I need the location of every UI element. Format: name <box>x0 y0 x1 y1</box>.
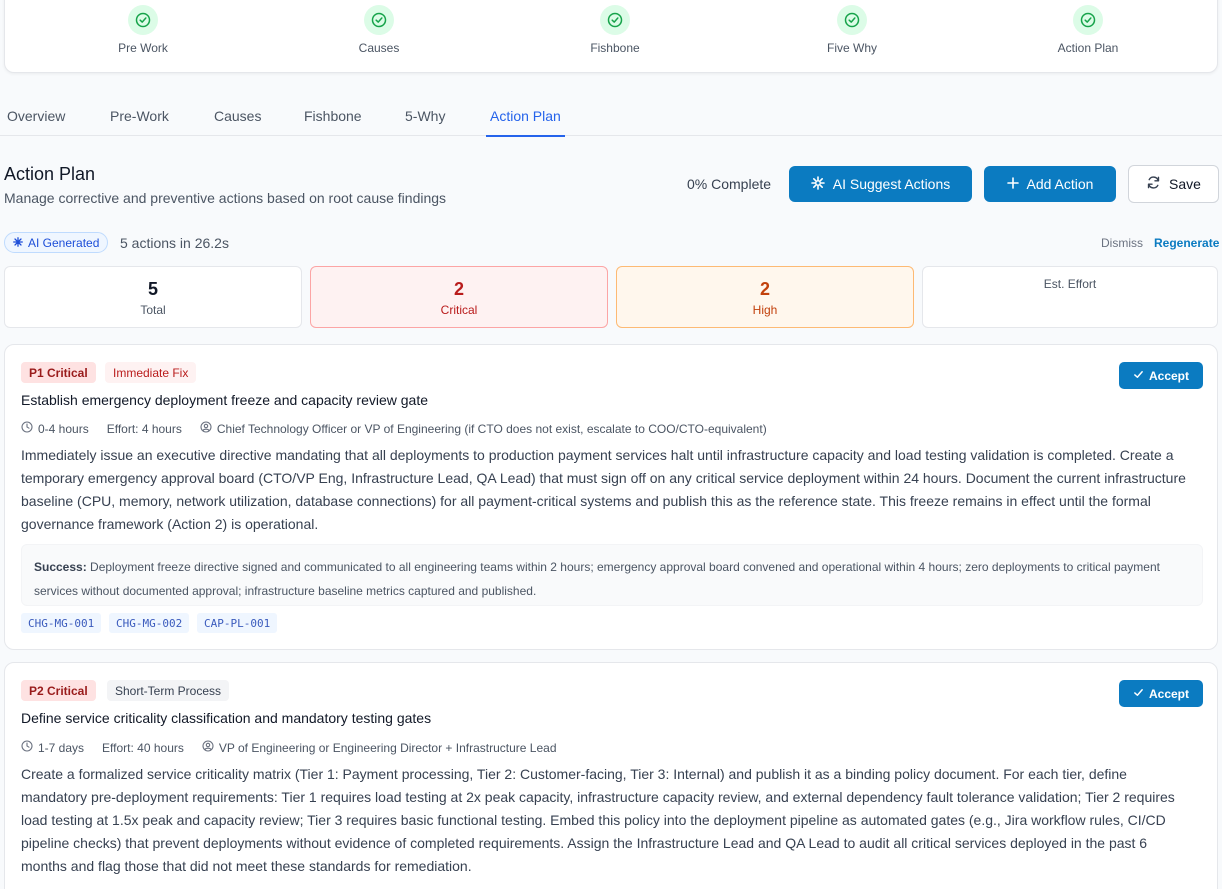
action-card: P1 Critical Immediate Fix Accept Establi… <box>4 344 1218 650</box>
ai-badge-label: AI Generated <box>28 235 100 250</box>
action-timeframe: 0-4 hours <box>38 421 89 436</box>
check-circle-icon <box>128 5 158 35</box>
action-effort: Effort: 40 hours <box>102 740 184 755</box>
tab-pre-work[interactable]: Pre-Work <box>110 108 169 135</box>
step-label: Pre Work <box>118 41 168 55</box>
step-label: Causes <box>358 41 400 55</box>
progress-stepper: Pre Work Causes Fishbone Five Why Action… <box>4 0 1218 73</box>
tab-causes[interactable]: Causes <box>214 108 261 135</box>
step-label: Fishbone <box>590 41 640 55</box>
ai-generation-meta: 5 actions in 26.2s <box>120 235 229 251</box>
action-owner: VP of Engineering or Engineering Directo… <box>218 740 557 755</box>
refresh-icon <box>1146 175 1161 193</box>
step-label: Five Why <box>826 41 877 55</box>
sparkle-icon <box>13 236 23 250</box>
action-card: P2 Critical Short-Term Process Accept De… <box>4 662 1218 889</box>
page-subtitle: Manage corrective and preventive actions… <box>4 190 447 206</box>
success-criteria: Success: Deployment freeze directive sig… <box>21 544 1203 606</box>
accept-label: Accept <box>1148 368 1189 383</box>
add-action-button[interactable]: Add Action <box>984 166 1116 202</box>
check-circle-icon <box>1073 5 1103 35</box>
completion-status: 0% Complete <box>687 176 772 192</box>
action-description: Create a formalized service criticality … <box>21 766 1175 874</box>
dismiss-link[interactable]: Dismiss <box>1101 236 1143 250</box>
add-action-label: Add Action <box>1026 176 1094 192</box>
stat-total: 5 Total <box>4 266 302 328</box>
stat-label: Critical <box>440 303 478 317</box>
clock-icon <box>21 740 33 755</box>
action-meta: 1-7 days Effort: 40 hours VP of Engineer… <box>21 740 557 755</box>
action-owner: Chief Technology Officer or VP of Engine… <box>216 421 767 436</box>
success-label: Success: <box>34 560 87 574</box>
user-icon <box>200 421 212 436</box>
stat-value: 2 <box>453 279 464 299</box>
reference-tag: CAP-PL-001 <box>197 613 278 633</box>
stat-value: 2 <box>759 279 770 299</box>
type-badge: Short-Term Process <box>107 680 230 701</box>
step-causes[interactable]: Causes <box>319 5 439 55</box>
tab-five-why[interactable]: 5-Why <box>405 108 445 135</box>
check-circle-icon <box>600 5 630 35</box>
check-icon <box>1133 687 1144 701</box>
stat-label: Est. Effort <box>1043 277 1097 291</box>
stat-value: 5 <box>147 279 158 299</box>
priority-badge: P2 Critical <box>21 680 96 701</box>
stat-label: High <box>752 303 778 317</box>
step-action-plan[interactable]: Action Plan <box>1028 5 1148 55</box>
action-meta: 0-4 hours Effort: 4 hours Chief Technolo… <box>21 421 767 436</box>
stat-label: Total <box>140 303 166 317</box>
page-title: Action Plan <box>4 164 96 184</box>
sparkle-icon <box>810 175 825 193</box>
reference-tag: CHG-MG-002 <box>109 613 190 633</box>
regenerate-link[interactable]: Regenerate <box>1154 236 1219 250</box>
action-effort: Effort: 4 hours <box>106 421 182 436</box>
check-icon <box>1133 369 1144 383</box>
clock-icon <box>21 421 33 436</box>
accept-button[interactable]: Accept <box>1119 362 1203 389</box>
save-button[interactable]: Save <box>1128 165 1219 203</box>
action-title: Establish emergency deployment freeze an… <box>21 392 428 408</box>
ai-generated-badge: AI Generated <box>4 232 109 253</box>
step-fishbone[interactable]: Fishbone <box>555 5 675 55</box>
priority-badge: P1 Critical <box>21 362 96 383</box>
success-text: Deployment freeze directive signed and c… <box>34 560 1160 598</box>
accept-label: Accept <box>1148 686 1189 701</box>
step-pre-work[interactable]: Pre Work <box>83 5 203 55</box>
action-plan-page: Pre Work Causes Fishbone Five Why Action… <box>0 0 1222 889</box>
step-label: Action Plan <box>1057 41 1119 55</box>
save-label: Save <box>1169 176 1201 192</box>
check-circle-icon <box>837 5 867 35</box>
check-circle-icon <box>364 5 394 35</box>
action-title: Define service criticality classificatio… <box>21 710 432 726</box>
step-five-why[interactable]: Five Why <box>792 5 912 55</box>
tab-action-plan[interactable]: Action Plan <box>486 108 565 137</box>
action-description: Immediately issue an executive directive… <box>21 447 1186 532</box>
reference-tag: CHG-MG-001 <box>21 613 102 633</box>
tab-bar: Overview Pre-Work Causes Fishbone 5-Why … <box>0 96 1222 137</box>
type-badge: Immediate Fix <box>105 362 197 383</box>
tab-fishbone[interactable]: Fishbone <box>304 108 362 135</box>
action-timeframe: 1-7 days <box>38 740 85 755</box>
tab-overview[interactable]: Overview <box>7 108 65 135</box>
ai-suggest-label: AI Suggest Actions <box>832 176 951 192</box>
stat-critical: 2 Critical <box>310 266 608 328</box>
accept-button[interactable]: Accept <box>1119 680 1203 707</box>
stat-high: 2 High <box>616 266 914 328</box>
ai-suggest-actions-button[interactable]: AI Suggest Actions <box>789 166 972 202</box>
user-icon <box>202 740 214 755</box>
stat-est-effort: Est. Effort <box>922 266 1218 328</box>
plus-icon <box>1006 176 1019 192</box>
